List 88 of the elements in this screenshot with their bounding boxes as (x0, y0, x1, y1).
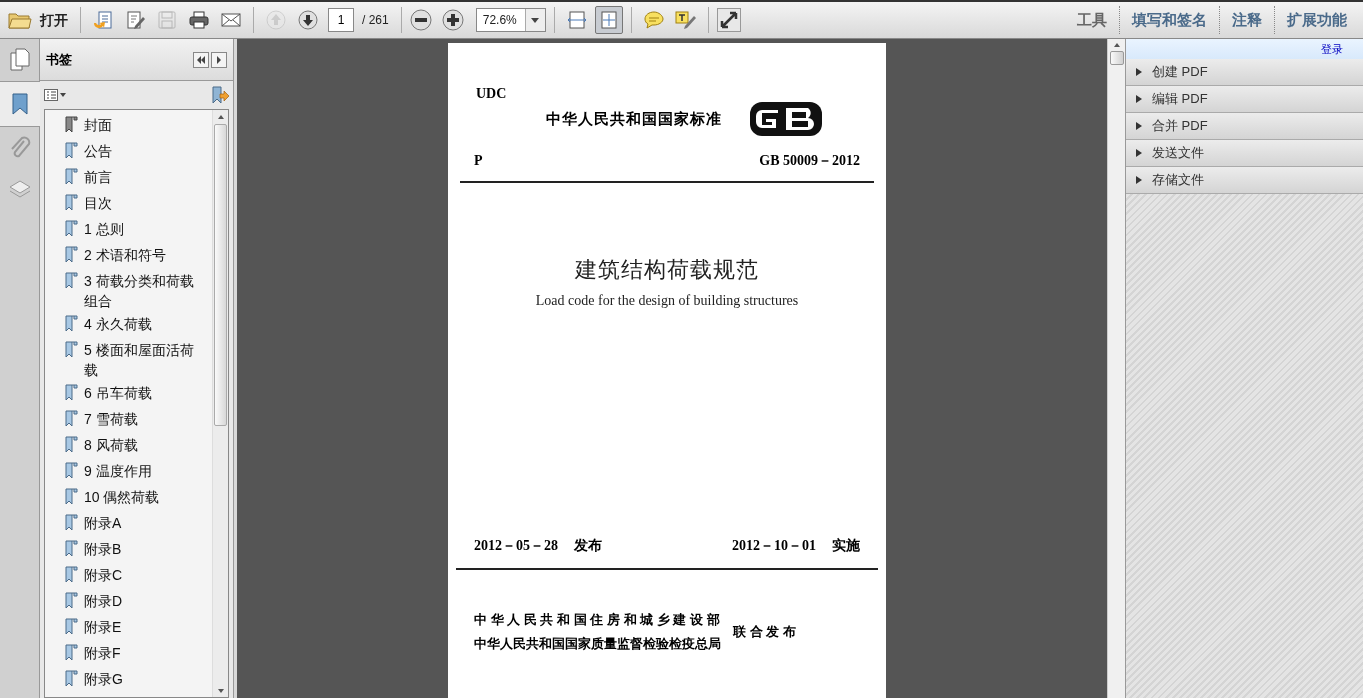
login-link[interactable]: 登录 (1321, 40, 1343, 58)
bookmark-item[interactable]: 9 温度作用 (84, 461, 200, 481)
document-text: 实施 (832, 536, 860, 555)
folder-icon (8, 11, 32, 29)
plus-icon (441, 9, 464, 31)
right-triangle-icon (216, 55, 222, 64)
text-pen-icon (674, 10, 697, 30)
speech-bubble-icon (643, 11, 664, 29)
document-date: 2012－05－28 (474, 537, 558, 555)
bookmark-arrow-icon[interactable] (211, 86, 229, 104)
bookmark-item[interactable]: 封面 (84, 115, 200, 135)
bookmark-item[interactable]: 3 荷载分类和荷载组合 (84, 271, 200, 311)
issuer-name: 中华人民共和国国家质量监督检验检疫总局 (474, 634, 721, 653)
bookmark-item[interactable]: 8 风荷载 (84, 435, 200, 455)
collapse-panel-button[interactable] (193, 51, 209, 68)
bookmark-item[interactable]: 附录D (84, 591, 200, 611)
toolbar-tab[interactable]: 注释 (1220, 2, 1274, 38)
expand-arrow-icon (1136, 68, 1142, 76)
document-subtitle: Load code for the design of building structures (534, 292, 800, 310)
bookmark-item[interactable]: 前言 (84, 167, 200, 187)
bookmark-item[interactable]: 目次 (84, 193, 200, 213)
document-date: 2012－10－01 (732, 537, 816, 555)
list-options-icon (44, 89, 66, 101)
zoom-dropdown[interactable]: 72.6% (475, 8, 546, 32)
arrow-down-icon (298, 10, 318, 30)
expand-arrow-icon (1136, 149, 1142, 157)
double-left-icon (196, 55, 206, 64)
bookmark-item[interactable]: 4 永久荷载 (84, 314, 200, 334)
panel-title: 书签 (46, 50, 72, 69)
printer-icon (189, 10, 209, 30)
toolbar-tab[interactable]: 扩展功能 (1275, 2, 1359, 38)
minus-icon (409, 9, 432, 31)
edit-document-icon (125, 10, 145, 30)
toolbar-tab[interactable]: 填写和签名 (1120, 2, 1219, 38)
toolbar-tab[interactable]: 工具 (1065, 2, 1119, 38)
full-screen-button[interactable] (716, 8, 741, 32)
expand-arrows-icon (719, 11, 738, 29)
panel-section[interactable]: 存储文件 (1126, 167, 1363, 194)
fit-page-button[interactable] (594, 6, 623, 34)
bookmark-item[interactable]: 6 吊车荷载 (84, 383, 200, 403)
zoom-out-button[interactable] (409, 9, 432, 31)
bookmark-item[interactable]: 附录G (84, 669, 200, 689)
fit-page-icon (598, 10, 619, 30)
bookmark-item[interactable]: 附录A (84, 513, 200, 533)
bookmark-item[interactable]: 7 雪荷载 (84, 409, 200, 429)
bookmark-item[interactable]: 1 总则 (84, 219, 200, 239)
scrollbar-thumb[interactable] (1109, 51, 1124, 65)
document-text: GB 50009－2012 (759, 152, 860, 170)
expand-arrow-icon (1136, 122, 1142, 130)
scrollbar[interactable] (212, 110, 228, 697)
bookmark-item[interactable]: 2 术语和符号 (84, 245, 200, 265)
bookmark-item[interactable]: 10 偶然荷载 (84, 487, 200, 507)
page-total: / 261 (362, 12, 389, 29)
document-title: 建筑结构荷载规范 (574, 256, 760, 284)
save-icon (157, 10, 177, 30)
panel-section[interactable]: 创建 PDF (1126, 59, 1363, 86)
fit-width-icon (566, 10, 587, 30)
panel-section[interactable]: 合并 PDF (1126, 113, 1363, 140)
bookmark-item[interactable]: 附录F (84, 643, 200, 663)
bookmark-item[interactable]: 公告 (84, 141, 200, 161)
zoom-in-button[interactable] (441, 9, 464, 31)
document-heading: 中华人民共和国国家标准 (546, 108, 722, 129)
envelope-icon (221, 10, 241, 30)
open-button[interactable]: 打开 (4, 5, 72, 35)
panel-bookmarks-button[interactable] (0, 81, 40, 127)
create-document-icon (93, 10, 113, 30)
page-number-field[interactable]: 1 (328, 8, 354, 32)
bookmark-item[interactable]: 5 楼面和屋面活荷载 (84, 340, 200, 380)
options-dropdown-button[interactable] (44, 89, 66, 101)
expand-panel-button[interactable] (211, 51, 227, 68)
pages-icon (8, 48, 32, 72)
paperclip-icon (8, 136, 32, 160)
expand-arrow-icon (1136, 95, 1142, 103)
scrollbar-thumb[interactable] (214, 124, 227, 426)
document-text: 发布 (574, 536, 602, 555)
panel-section[interactable]: 编辑 PDF (1126, 86, 1363, 113)
document-scrollbar[interactable] (1107, 39, 1125, 698)
arrow-up-icon (266, 10, 286, 30)
bookmark-item[interactable]: 附录B (84, 539, 200, 559)
panel-section[interactable]: 发送文件 (1126, 140, 1363, 167)
document-text: UDC (476, 85, 508, 103)
document-text: 联 合 发 布 (733, 622, 796, 641)
bookmark-item[interactable]: 附录E (84, 617, 200, 637)
issuer-name: 中 华 人 民 共 和 国 住 房 和 城 乡 建 设 部 (474, 611, 721, 629)
document-text: P (474, 152, 483, 170)
expand-arrow-icon (1136, 176, 1142, 184)
caret-icon (531, 17, 540, 23)
bookmark-item[interactable]: 附录C (84, 565, 200, 585)
